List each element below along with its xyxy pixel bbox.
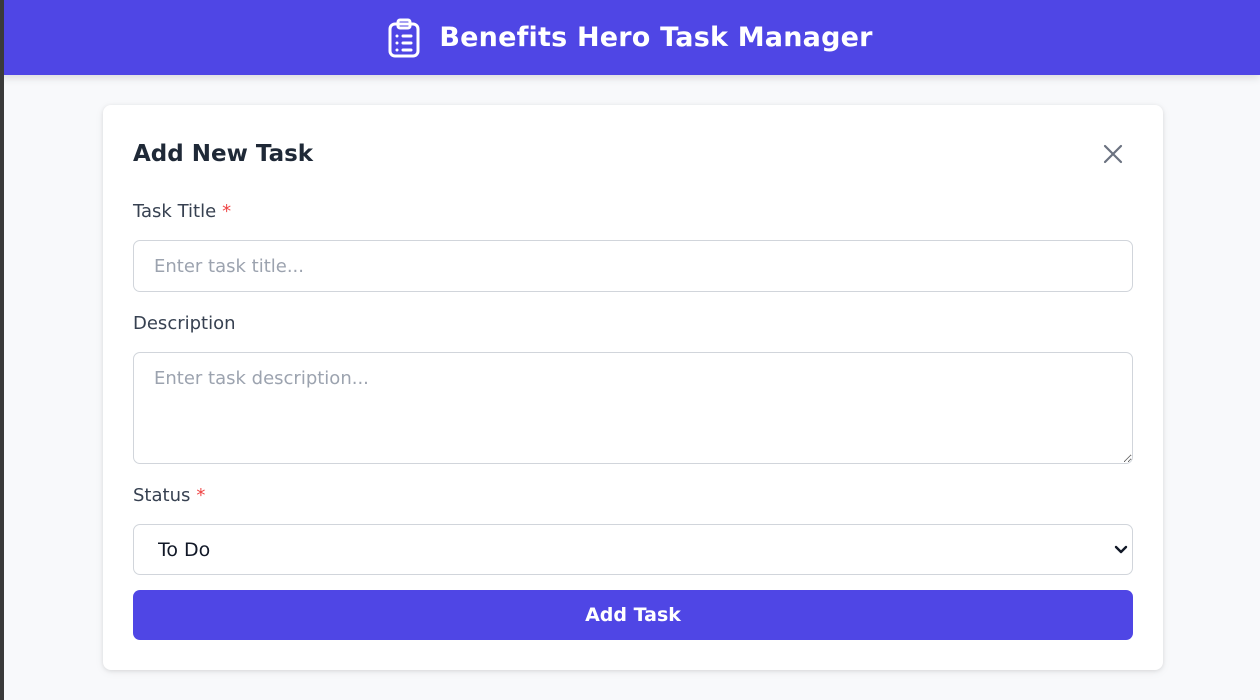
description-textarea[interactable]: [133, 352, 1133, 464]
status-label: Status *: [133, 485, 205, 506]
clipboard-list-icon: [387, 18, 421, 58]
required-marker: *: [196, 485, 206, 506]
task-title-label-text: Task Title: [133, 201, 217, 222]
task-title-input[interactable]: [133, 240, 1133, 292]
status-select[interactable]: To Do: [133, 524, 1133, 575]
required-marker: *: [222, 201, 232, 222]
task-title-label: Task Title *: [133, 201, 231, 222]
close-icon: [1102, 143, 1124, 169]
description-label: Description: [133, 313, 236, 334]
add-task-card: Add New Task Task Title* Description Sta…: [103, 105, 1163, 670]
status-label-text: Status: [133, 485, 191, 506]
form-title: Add New Task: [133, 141, 314, 167]
close-button[interactable]: [1098, 141, 1128, 171]
app-header: Benefits Hero Task Manager: [0, 0, 1260, 75]
app-title: Benefits Hero Task Manager: [439, 22, 873, 53]
window-edge: [0, 0, 4, 700]
add-task-button[interactable]: Add Task: [133, 590, 1133, 640]
